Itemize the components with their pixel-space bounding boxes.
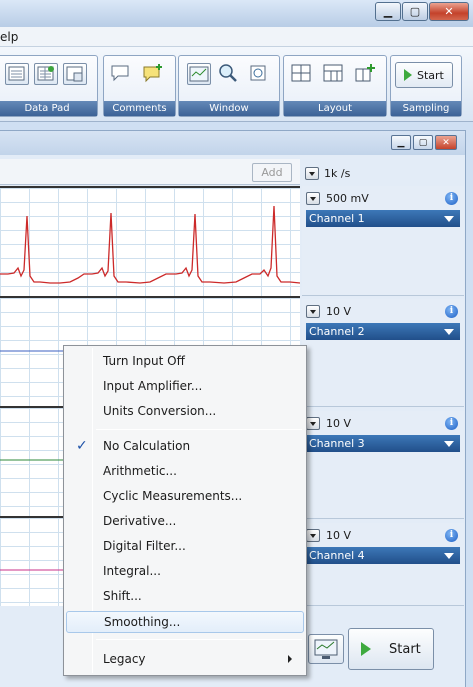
range-value: 10 V bbox=[326, 529, 352, 542]
chevron-down-icon[interactable] bbox=[305, 166, 319, 180]
menu-item-turn-input-off[interactable]: Turn Input Off bbox=[66, 350, 304, 372]
range-value: 500 mV bbox=[326, 192, 369, 205]
checkmark-icon: ✓ bbox=[76, 438, 88, 454]
layout-split-icon[interactable] bbox=[322, 63, 346, 85]
start-recording-button[interactable]: Start bbox=[348, 628, 434, 670]
channel-4-panel: 10 V i Channel 4 bbox=[302, 523, 464, 606]
start-recording-label: Start bbox=[389, 641, 421, 657]
channel-name-dropdown[interactable]: Channel 2 bbox=[306, 323, 460, 340]
chart-close-button[interactable]: ✕ bbox=[435, 135, 457, 150]
menu-item-label: Legacy bbox=[103, 652, 146, 666]
toolbar-group-sampling: Start Sampling bbox=[390, 55, 462, 117]
range-value: 10 V bbox=[326, 305, 352, 318]
data-pad-grid-icon[interactable] bbox=[34, 63, 58, 85]
sample-rate-control[interactable]: 1k /s bbox=[305, 164, 350, 182]
add-comment-button[interactable]: Add bbox=[252, 163, 292, 182]
toolbar-group-label: Data Pad bbox=[0, 101, 97, 116]
maximize-button[interactable]: ▢ bbox=[402, 2, 428, 21]
channel-name-dropdown[interactable]: Channel 3 bbox=[306, 435, 460, 452]
range-control[interactable]: 10 V bbox=[306, 305, 351, 318]
menu-item-integral[interactable]: Integral... bbox=[66, 560, 304, 582]
menu-separator bbox=[96, 639, 302, 640]
menu-item-shift[interactable]: Shift... bbox=[66, 585, 304, 607]
chart-view-icon[interactable] bbox=[187, 63, 211, 85]
add-comment-icon[interactable] bbox=[142, 63, 166, 85]
toolbar-group-comments: Comments bbox=[103, 55, 176, 117]
menu-bar: elp bbox=[0, 27, 473, 47]
info-icon[interactable]: i bbox=[445, 417, 458, 430]
toolbar-group-label: Window bbox=[179, 101, 279, 116]
layout-grid-icon[interactable] bbox=[290, 63, 314, 85]
menu-help[interactable]: elp bbox=[0, 30, 18, 44]
chart-view-caption-buttons: ▁ ▢ ✕ bbox=[391, 135, 457, 150]
comment-bar: Add bbox=[0, 159, 300, 185]
scope-icon[interactable] bbox=[247, 63, 271, 85]
submenu-arrow-icon bbox=[288, 655, 292, 663]
channel-2-panel: 10 V i Channel 2 bbox=[302, 299, 464, 407]
chevron-down-icon[interactable] bbox=[306, 192, 320, 205]
start-label: Start bbox=[417, 68, 444, 82]
monitor-icon bbox=[314, 639, 338, 659]
menu-item-digital-filter[interactable]: Digital Filter... bbox=[66, 535, 304, 557]
range-value: 10 V bbox=[326, 417, 352, 430]
sample-rate-value: 1k /s bbox=[324, 166, 351, 180]
range-control[interactable]: 500 mV bbox=[306, 192, 369, 205]
menu-item-input-amplifier[interactable]: Input Amplifier... bbox=[66, 375, 304, 397]
menu-item-legacy[interactable]: Legacy bbox=[66, 648, 304, 670]
menu-item-arithmetic[interactable]: Arithmetic... bbox=[66, 460, 304, 482]
minimize-button[interactable]: ▁ bbox=[375, 2, 401, 21]
monitor-button[interactable] bbox=[308, 634, 344, 664]
channel-name-dropdown[interactable]: Channel 1 bbox=[306, 210, 460, 227]
data-pad-view-icon[interactable] bbox=[63, 63, 87, 85]
menu-item-no-calculation[interactable]: ✓ No Calculation bbox=[66, 435, 304, 457]
toolbar-group-label: Layout bbox=[284, 101, 386, 116]
menu-item-derivative[interactable]: Derivative... bbox=[66, 510, 304, 532]
channel-1-panel: 500 mV i Channel 1 bbox=[302, 186, 464, 296]
menu-item-units-conversion[interactable]: Units Conversion... bbox=[66, 400, 304, 422]
play-icon bbox=[361, 642, 371, 656]
menu-item-label: No Calculation bbox=[103, 439, 191, 453]
chart-maximize-button[interactable]: ▢ bbox=[413, 135, 433, 150]
toolbar-group-layout: Layout bbox=[283, 55, 387, 117]
toolbar-group-label: Comments bbox=[104, 101, 175, 116]
chevron-down-icon[interactable] bbox=[306, 305, 320, 318]
channel-name-dropdown[interactable]: Channel 4 bbox=[306, 547, 460, 564]
zoom-icon[interactable] bbox=[217, 63, 241, 85]
play-icon bbox=[404, 69, 412, 81]
chart-minimize-button[interactable]: ▁ bbox=[391, 135, 411, 150]
menu-separator bbox=[96, 429, 302, 430]
chevron-down-icon[interactable] bbox=[306, 417, 320, 430]
chevron-down-icon[interactable] bbox=[306, 529, 320, 542]
range-control[interactable]: 10 V bbox=[306, 529, 351, 542]
labchart-window: ▁ ▢ ✕ elp Data Pad Comments Window Layou… bbox=[0, 0, 473, 687]
window-caption-buttons: ▁ ▢ ✕ bbox=[375, 2, 469, 22]
range-control[interactable]: 10 V bbox=[306, 417, 351, 430]
menu-item-cyclic-measurements[interactable]: Cyclic Measurements... bbox=[66, 485, 304, 507]
toolbar-group-label: Sampling bbox=[391, 101, 461, 116]
channel-context-menu: Turn Input Off Input Amplifier... Units … bbox=[63, 345, 307, 676]
toolbar-group-data-pad: Data Pad bbox=[0, 55, 98, 117]
info-icon[interactable]: i bbox=[445, 305, 458, 318]
data-pad-add-icon[interactable] bbox=[5, 63, 29, 85]
layout-add-icon[interactable] bbox=[354, 63, 378, 85]
info-icon[interactable]: i bbox=[445, 529, 458, 542]
close-button[interactable]: ✕ bbox=[429, 2, 469, 21]
channel-1-trace bbox=[0, 205, 300, 284]
toolbar: Data Pad Comments Window Layout Start Sa… bbox=[0, 47, 473, 122]
menu-item-smoothing[interactable]: Smoothing... bbox=[66, 611, 304, 633]
title-bar: ▁ ▢ ✕ bbox=[0, 0, 473, 27]
channel-3-panel: 10 V i Channel 3 bbox=[302, 411, 464, 519]
chart-view-title-bar: ▁ ▢ ✕ bbox=[0, 131, 465, 155]
info-icon[interactable]: i bbox=[445, 192, 458, 205]
comment-icon[interactable] bbox=[110, 63, 134, 85]
start-sampling-button[interactable]: Start bbox=[395, 62, 453, 88]
toolbar-group-window: Window bbox=[178, 55, 280, 117]
